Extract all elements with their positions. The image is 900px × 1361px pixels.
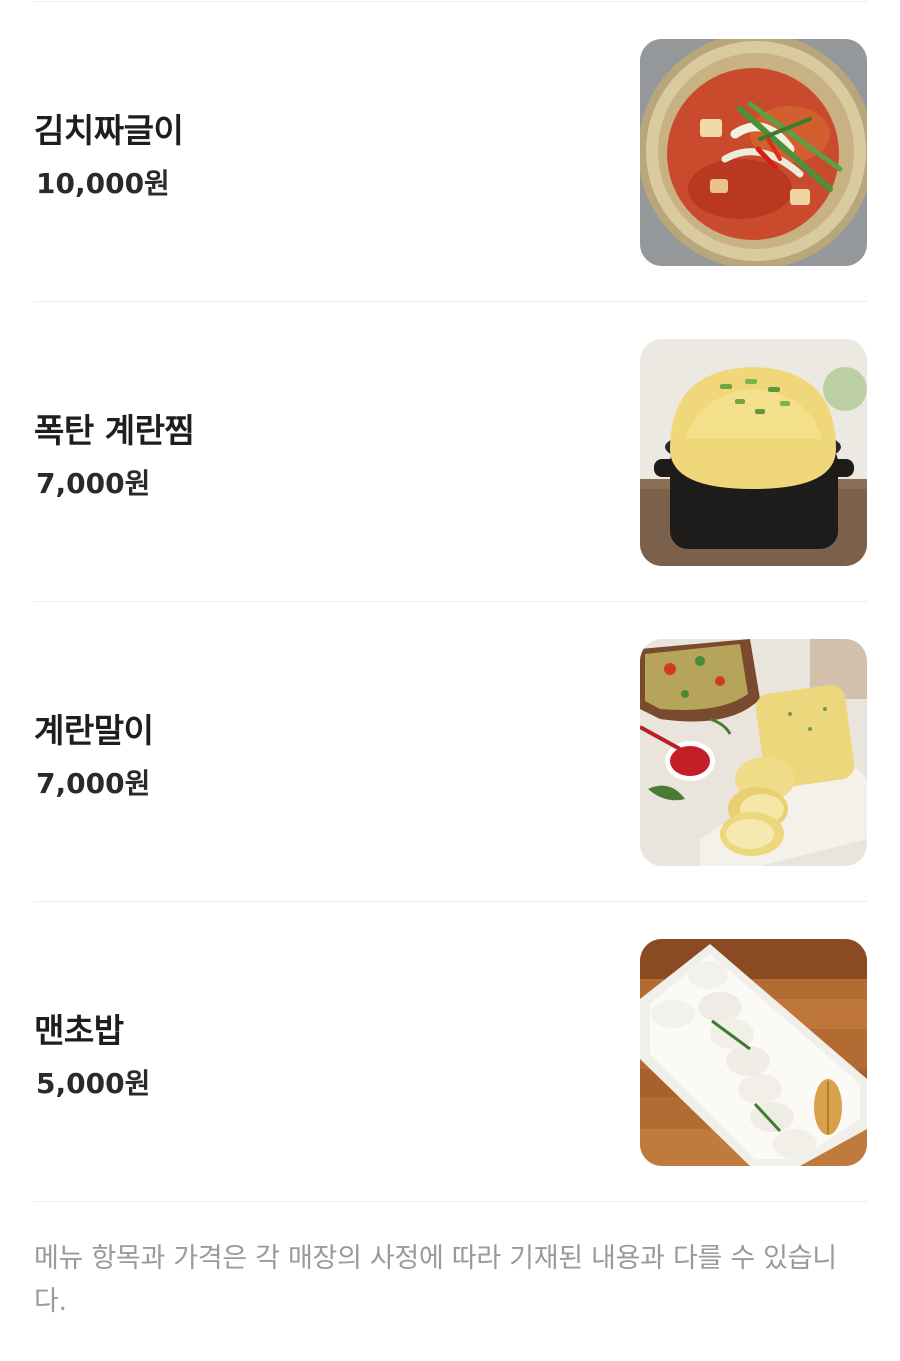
rolled-omelette-icon: [640, 639, 867, 866]
menu-item-price: 5,000원: [36, 1067, 151, 1100]
rolled-omelette-photo[interactable]: [640, 639, 867, 866]
menu-item-bomb-steamed-egg[interactable]: 폭탄 계란찜 7,000원: [34, 302, 867, 601]
plain-rice-ball-icon: [640, 939, 867, 1166]
menu-price-notice: 메뉴 항목과 가격은 각 매장의 사정에 따라 기재된 내용과 다를 수 있습니…: [34, 1243, 837, 1317]
menu-item-name: 폭탄 계란찜: [34, 411, 195, 450]
menu-item-price: 7,000원: [36, 767, 151, 800]
menu-item-name: 계란말이: [34, 711, 154, 750]
plain-rice-ball-photo[interactable]: [640, 939, 867, 1166]
menu-item-kimchi-jjageuli[interactable]: 김치짜글이 10,000원: [34, 2, 867, 301]
menu-item-name: 김치짜글이: [34, 111, 184, 150]
menu-item-name: 맨초밥: [34, 1011, 124, 1050]
kimchi-stew-photo[interactable]: [640, 39, 867, 266]
kimchi-stew-icon: [640, 39, 867, 266]
menu-item-rolled-omelette[interactable]: 계란말이 7,000원: [34, 602, 867, 901]
menu-item-plain-rice[interactable]: 맨초밥 5,000원: [34, 902, 867, 1201]
divider: [34, 1201, 867, 1202]
steamed-egg-icon: [640, 339, 867, 566]
menu-item-price: 7,000원: [36, 467, 151, 500]
steamed-egg-photo[interactable]: [640, 339, 867, 566]
menu-item-price: 10,000원: [36, 167, 170, 200]
